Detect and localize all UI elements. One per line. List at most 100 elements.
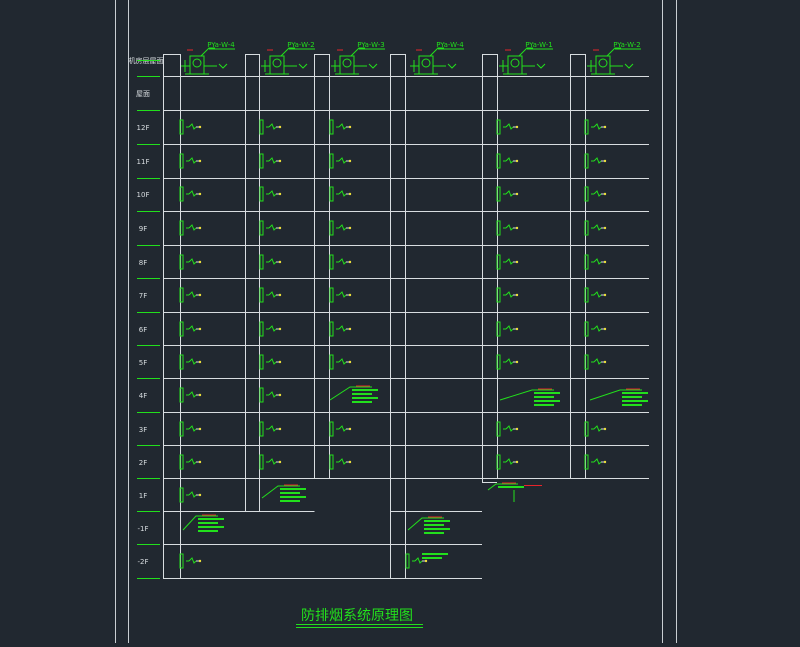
smoke-damper bbox=[584, 186, 607, 202]
smoke-damper bbox=[329, 254, 352, 270]
damper-valve-dot bbox=[278, 192, 282, 196]
drawing-canvas: 机房层屋面屋面12F11F10F9F8F7F6F5F4F3F2F1F-1F-2F… bbox=[0, 0, 800, 643]
damper-valve-dot bbox=[603, 327, 607, 331]
damper-body bbox=[259, 354, 264, 370]
equipment-note bbox=[589, 388, 648, 406]
smoke-exhaust-schematic: 机房层屋面屋面12F11F10F9F8F7F6F5F4F3F2F1F-1F-2F… bbox=[115, 0, 677, 643]
damper-arrow-icon bbox=[593, 425, 602, 432]
damper-valve-dot bbox=[278, 226, 282, 230]
damper-body bbox=[584, 421, 589, 437]
damper-valve-dot bbox=[515, 360, 519, 364]
damper-arrow-icon bbox=[505, 123, 514, 130]
damper-valve-dot bbox=[198, 159, 202, 163]
damper-valve-dot bbox=[348, 192, 352, 196]
damper-arrow-icon bbox=[505, 425, 514, 432]
damper-arrow-icon bbox=[268, 291, 277, 298]
floor-label: -2F bbox=[137, 558, 148, 566]
damper-body bbox=[259, 186, 264, 202]
annotation-notes bbox=[182, 385, 648, 559]
note-text-line bbox=[622, 392, 648, 394]
damper-arrow-icon bbox=[593, 157, 602, 164]
smoke-damper bbox=[179, 454, 202, 470]
smoke-damper bbox=[584, 287, 607, 303]
note-text-line bbox=[424, 520, 450, 522]
note-text-line bbox=[198, 522, 218, 524]
exhaust-fan: PYa-W-2 bbox=[587, 41, 641, 75]
damper-body bbox=[496, 220, 501, 236]
smoke-damper bbox=[179, 153, 202, 169]
note-text-line bbox=[534, 392, 560, 394]
damper-valve-dot bbox=[603, 192, 607, 196]
damper-arrow-icon bbox=[188, 291, 197, 298]
smoke-damper bbox=[259, 421, 282, 437]
damper-body bbox=[584, 186, 589, 202]
damper-body bbox=[496, 321, 501, 337]
fan-outlet-arrow-icon bbox=[284, 63, 308, 69]
fan-label: PYa-W-1 bbox=[525, 41, 553, 49]
damper-valve-dot bbox=[198, 327, 202, 331]
damper-valve-dot bbox=[603, 226, 607, 230]
smoke-damper bbox=[496, 321, 519, 337]
damper-valve-dot bbox=[603, 293, 607, 297]
damper-body bbox=[259, 287, 264, 303]
damper-valve-dot bbox=[515, 159, 519, 163]
damper-arrow-icon bbox=[268, 258, 277, 265]
note-text-line bbox=[352, 393, 372, 395]
equipment-note bbox=[407, 516, 450, 534]
damper-valve-dot bbox=[198, 427, 202, 431]
exhaust-fan: PYa-W-2 bbox=[261, 41, 315, 75]
equipment-note bbox=[261, 484, 306, 502]
fan-label: PYa-W-4 bbox=[436, 41, 464, 49]
damper-arrow-icon bbox=[268, 358, 277, 365]
fan-impeller-icon bbox=[421, 58, 431, 68]
damper-arrow-icon bbox=[188, 557, 197, 564]
damper-arrow-icon bbox=[505, 258, 514, 265]
note-leader bbox=[499, 389, 554, 401]
damper-arrow-icon bbox=[188, 258, 197, 265]
fan-label: PYa-W-3 bbox=[357, 41, 385, 49]
damper-valve-dot bbox=[348, 293, 352, 297]
damper-valve-dot bbox=[198, 360, 202, 364]
damper-body bbox=[179, 153, 184, 169]
diagram-title: 防排烟系统原理图 bbox=[301, 608, 413, 624]
roof-fans: PYa-W-4 PYa-W-2 PYa-W-3 PYa-W-4 PYa-W-1 PYa-W… bbox=[181, 41, 641, 75]
floor-label: 屋面 bbox=[136, 90, 150, 98]
damper-arrow-icon bbox=[505, 358, 514, 365]
fan-label: PYa-W-2 bbox=[613, 41, 641, 49]
damper-body bbox=[496, 254, 501, 270]
damper-body bbox=[259, 254, 264, 270]
damper-valve-dot bbox=[515, 460, 519, 464]
smoke-damper bbox=[496, 254, 519, 270]
fan-impeller-icon bbox=[598, 58, 608, 68]
fan-outlet-arrow-icon bbox=[204, 63, 228, 69]
smoke-damper bbox=[496, 287, 519, 303]
floor-label: 1F bbox=[139, 492, 147, 500]
smoke-damper bbox=[329, 220, 352, 236]
damper-valve-dot bbox=[603, 159, 607, 163]
damper-body bbox=[179, 354, 184, 370]
damper-arrow-icon bbox=[188, 391, 197, 398]
damper-arrow-icon bbox=[268, 190, 277, 197]
damper-body bbox=[405, 553, 410, 569]
damper-body bbox=[496, 421, 501, 437]
floor-label: 3F bbox=[139, 426, 147, 434]
fan-label: PYa-W-2 bbox=[287, 41, 315, 49]
damper-body bbox=[179, 321, 184, 337]
damper-body bbox=[584, 153, 589, 169]
floor-label: 5F bbox=[139, 359, 147, 367]
damper-valve-dot bbox=[515, 192, 519, 196]
note-text-line bbox=[198, 518, 224, 520]
smoke-damper bbox=[259, 119, 282, 135]
floor-label: 6F bbox=[139, 326, 147, 334]
note-text-line bbox=[534, 404, 554, 406]
smoke-damper bbox=[179, 354, 202, 370]
damper-valve-dot bbox=[278, 293, 282, 297]
damper-valve-dot bbox=[198, 460, 202, 464]
damper-arrow-icon bbox=[505, 157, 514, 164]
damper-body bbox=[179, 186, 184, 202]
smoke-damper bbox=[179, 487, 202, 503]
smoke-damper bbox=[496, 220, 519, 236]
exhaust-fan: PYa-W-1 bbox=[499, 41, 553, 75]
smoke-damper bbox=[329, 119, 352, 135]
note-text-line bbox=[534, 396, 554, 398]
